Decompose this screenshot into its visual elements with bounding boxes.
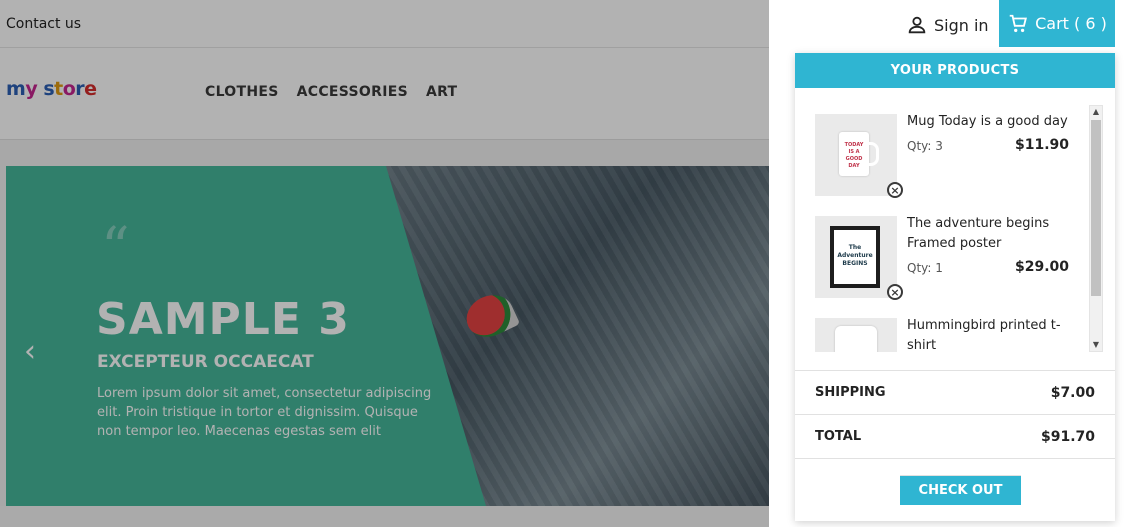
shipping-label: SHIPPING xyxy=(815,385,886,400)
sign-in-link[interactable]: Sign in xyxy=(906,12,989,38)
product-name[interactable]: Hummingbird printed t-shirt xyxy=(907,316,1077,352)
poster-print-text: The Adventure BEGINS xyxy=(837,244,873,267)
mug-image: TODAY IS A GOOD DAY xyxy=(839,132,879,176)
scroll-down-arrow-icon[interactable]: ▼ xyxy=(1091,340,1101,350)
cart-list-scrollbar[interactable]: ▲ ▼ xyxy=(1089,105,1103,352)
product-name[interactable]: Mug Today is a good day xyxy=(907,112,1077,132)
product-qty: Qty: 3 xyxy=(907,139,943,153)
cart-dropdown: YOUR PRODUCTS TODAY IS A GOOD DAY × Mug … xyxy=(795,53,1115,521)
sign-in-label: Sign in xyxy=(934,15,989,35)
total-value: $91.70 xyxy=(1040,428,1095,445)
divider xyxy=(795,458,1115,459)
total-row: TOTAL $91.70 xyxy=(795,414,1115,458)
product-price: $29.00 xyxy=(1014,259,1069,275)
tshirt-image xyxy=(835,326,877,352)
modal-overlay[interactable] xyxy=(0,0,769,527)
cart-item: The Adventure BEGINS × The adventure beg… xyxy=(815,190,1087,300)
checkout-button[interactable]: CHECK OUT xyxy=(900,475,1021,505)
framed-poster-image: The Adventure BEGINS xyxy=(830,226,880,288)
cart-item: TODAY IS A GOOD DAY × Mug Today is a goo… xyxy=(815,88,1087,198)
scroll-up-arrow-icon[interactable]: ▲ xyxy=(1091,107,1101,117)
user-icon xyxy=(908,16,926,34)
cart-dropdown-heading: YOUR PRODUCTS xyxy=(795,53,1115,88)
cart-button[interactable]: Cart ( 6 ) xyxy=(999,0,1115,47)
shopping-cart-icon xyxy=(1009,14,1028,32)
product-thumbnail-mug[interactable]: TODAY IS A GOOD DAY xyxy=(815,114,897,196)
shipping-value: $7.00 xyxy=(1050,384,1095,401)
product-thumbnail-tshirt[interactable] xyxy=(815,318,897,352)
mug-print-text: TODAY IS A GOOD DAY xyxy=(844,142,864,169)
total-label: TOTAL xyxy=(815,429,862,444)
product-name[interactable]: The adventure begins Framed poster xyxy=(907,214,1077,254)
cart-item: Hummingbird printed t-shirt xyxy=(815,292,1087,352)
product-price: $11.90 xyxy=(1014,137,1069,153)
product-thumbnail-poster[interactable]: The Adventure BEGINS xyxy=(815,216,897,298)
cart-product-list: TODAY IS A GOOD DAY × Mug Today is a goo… xyxy=(795,88,1115,352)
product-qty: Qty: 1 xyxy=(907,261,943,275)
shipping-row: SHIPPING $7.00 xyxy=(795,370,1115,414)
cart-label: Cart ( 6 ) xyxy=(1035,14,1107,33)
scrollbar-thumb[interactable] xyxy=(1091,120,1101,296)
